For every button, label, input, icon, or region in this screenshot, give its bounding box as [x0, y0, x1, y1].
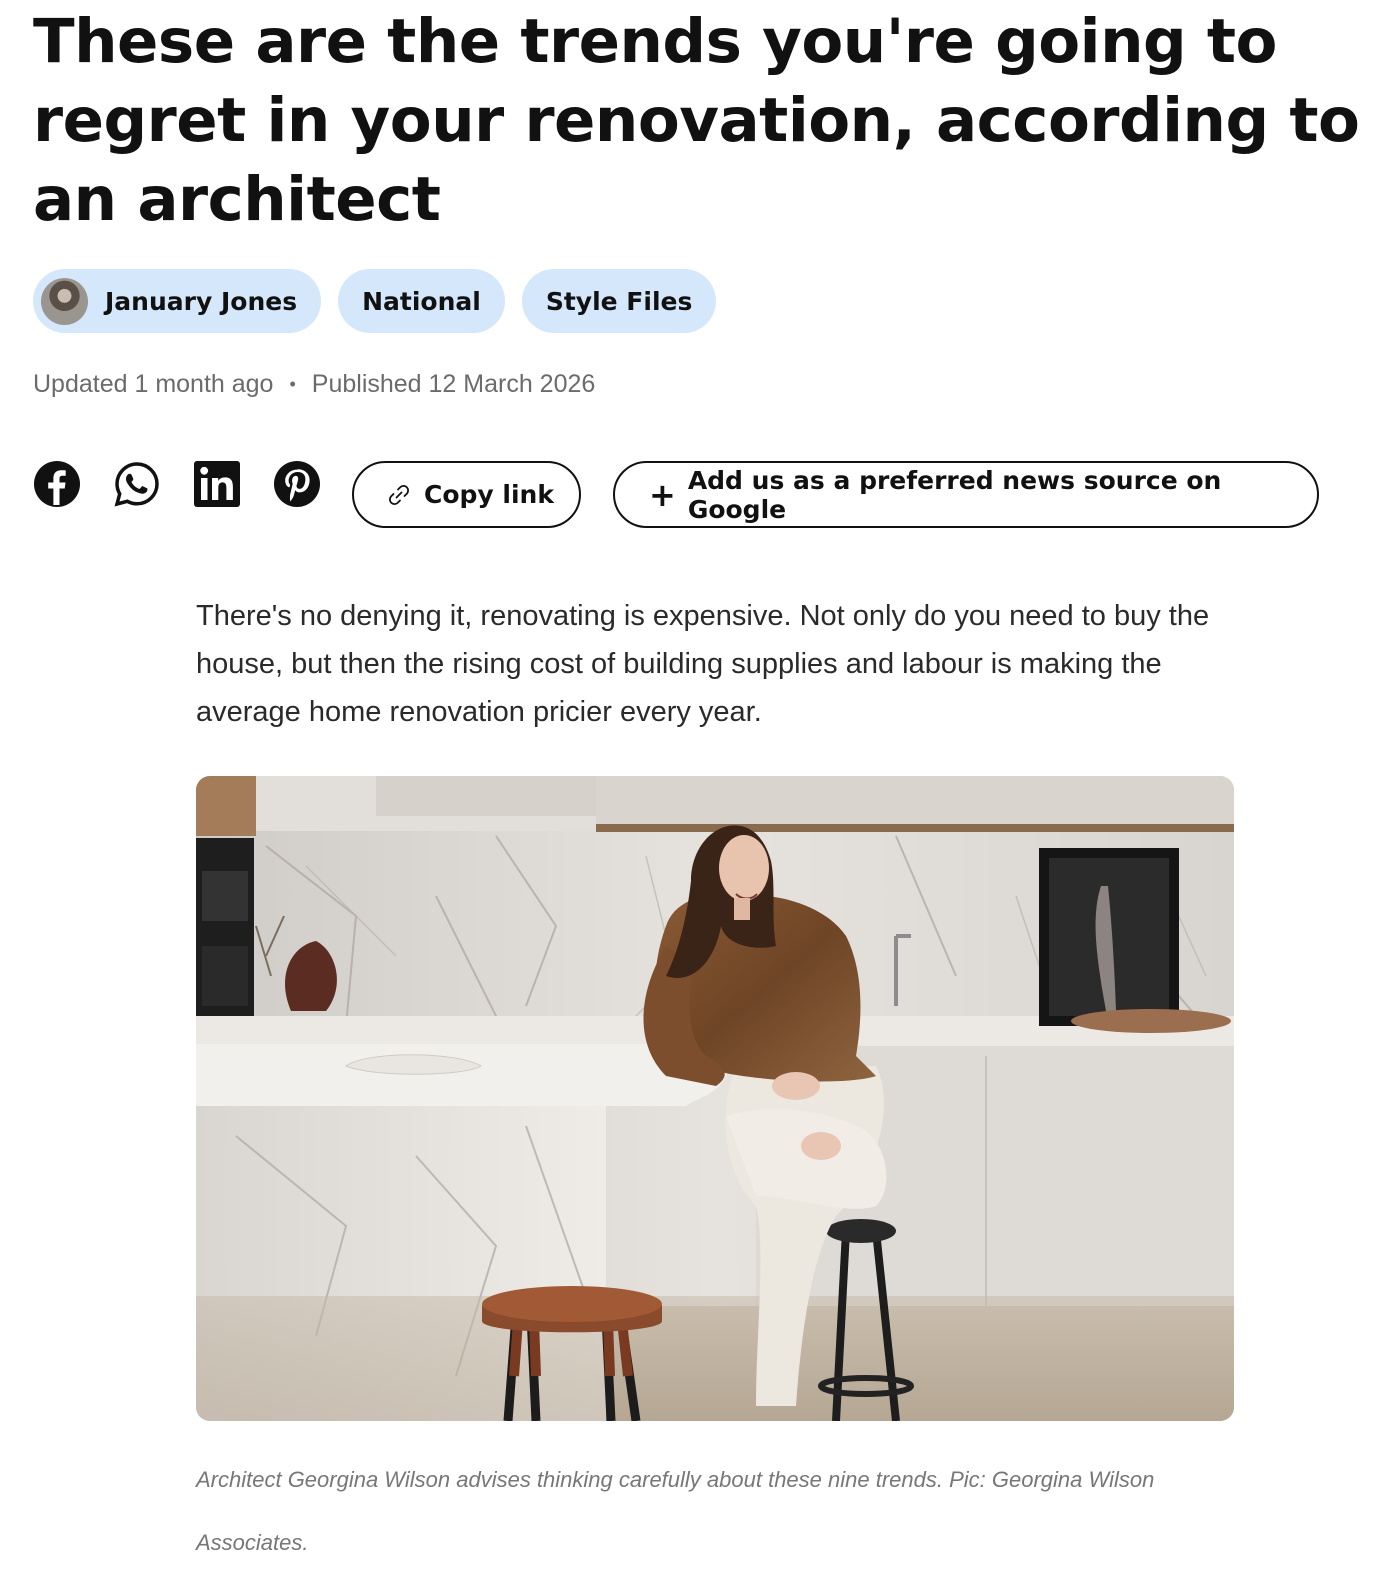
tag-chip-national[interactable]: National [338, 269, 505, 333]
preferred-source-label: Add us as a preferred news source on Goo… [687, 465, 1222, 524]
author-avatar [41, 277, 88, 325]
whatsapp-icon[interactable] [113, 460, 161, 508]
copy-link-label: Copy link [424, 480, 554, 509]
link-icon [384, 480, 414, 510]
article-tags: January Jones National Style Files [33, 269, 717, 333]
published-date: Published 12 March 2026 [311, 370, 596, 398]
kitchen-photo [196, 776, 1234, 1421]
meta-separator: • [289, 374, 296, 394]
tag-chip-style-files[interactable]: Style Files [521, 269, 717, 333]
author-chip[interactable]: January Jones [33, 269, 322, 333]
copy-link-button[interactable]: Copy link [352, 461, 581, 528]
tag-label: Style Files [545, 286, 693, 316]
article-headline: These are the trends you're going to reg… [33, 6, 1360, 235]
pinterest-icon[interactable] [273, 460, 321, 508]
linkedin-icon[interactable] [193, 460, 241, 508]
author-name: January Jones [105, 286, 298, 316]
article-intro: There's no denying it, renovating is exp… [196, 600, 1210, 728]
preferred-source-button[interactable]: + Add us as a preferred news source on G… [613, 461, 1319, 528]
article-meta: Updated 1 month ago • Published 12 March… [33, 370, 595, 399]
tag-label: National [362, 286, 481, 316]
plus-icon: + [649, 475, 676, 514]
share-bar [33, 460, 353, 508]
updated-time: Updated 1 month ago [33, 370, 274, 398]
article-hero-image [196, 776, 1234, 1421]
facebook-icon[interactable] [33, 460, 81, 508]
image-caption: Architect Georgina Wilson advises thinki… [196, 1467, 1155, 1555]
